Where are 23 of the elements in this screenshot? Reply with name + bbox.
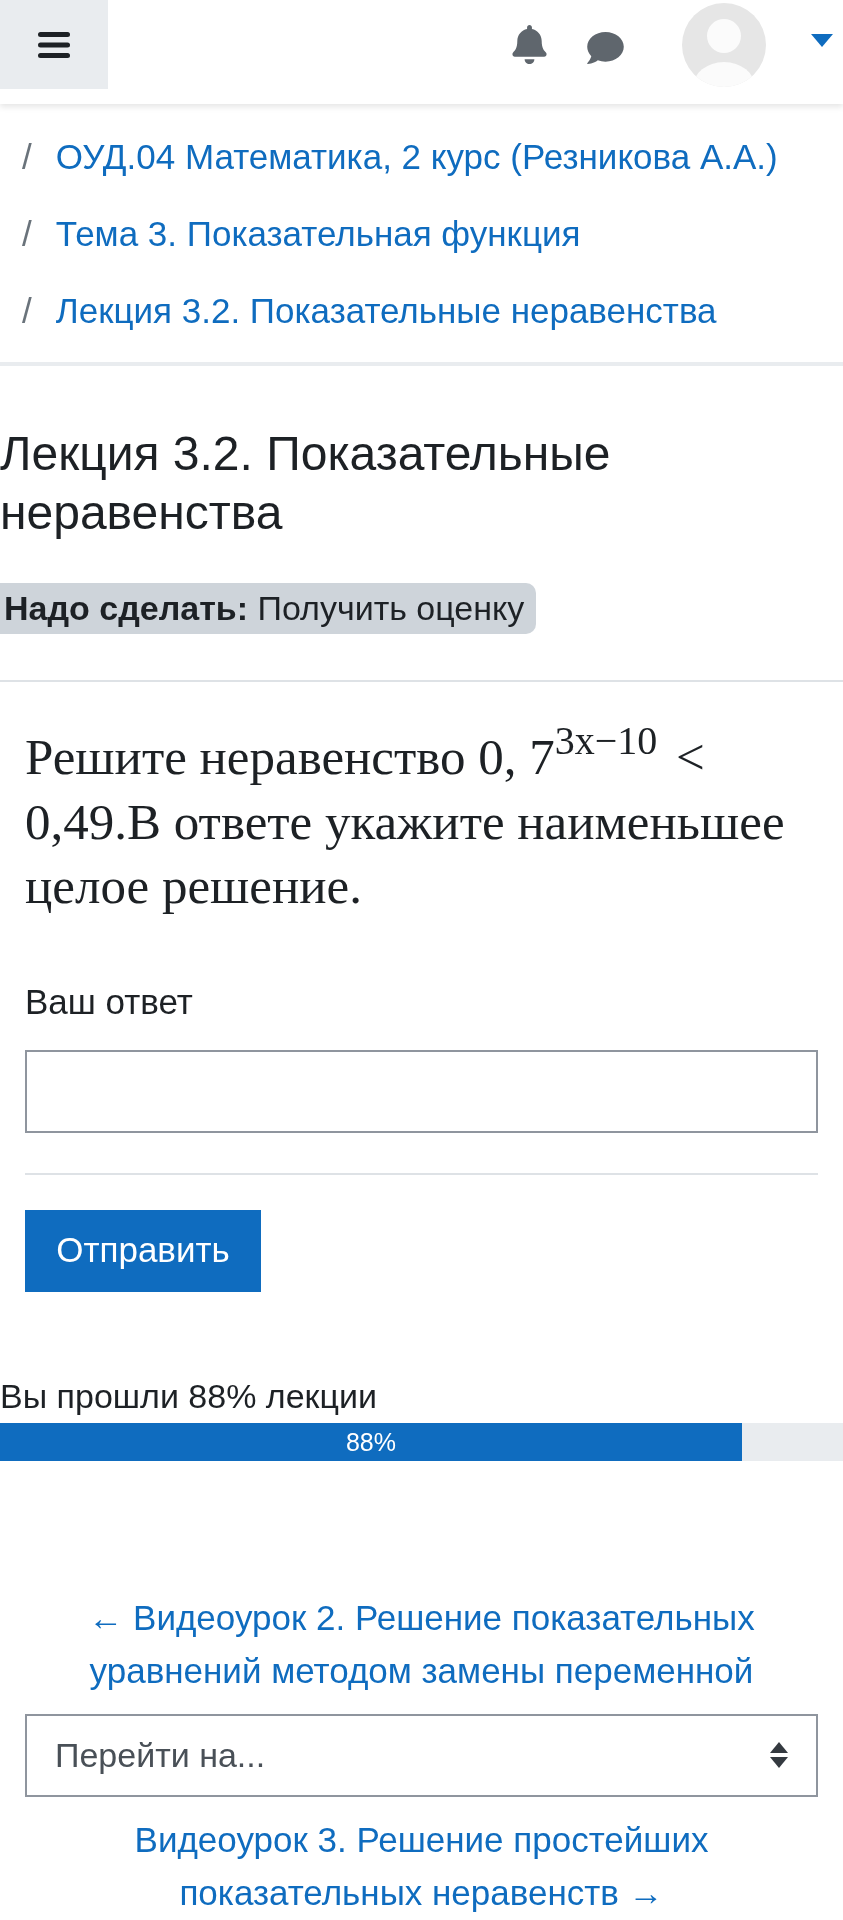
completion-badge: Надо сделать: Получить оценку bbox=[0, 583, 537, 634]
breadcrumb-link[interactable]: ОУД.04 Математика, 2 курс (Резникова А.А.) bbox=[55, 131, 778, 184]
menu-button[interactable] bbox=[0, 0, 108, 89]
answer-input[interactable] bbox=[25, 1049, 818, 1133]
answer-label: Ваш ответ bbox=[25, 981, 194, 1022]
previous-lesson-link[interactable]: ← Видеоурок 2. Решение показательных уравнений методом замены переменной bbox=[25, 1590, 818, 1697]
breadcrumb-separator: / bbox=[22, 136, 32, 179]
caret-icon[interactable] bbox=[811, 34, 833, 47]
next-lesson-link[interactable]: Видеоурок 3. Решение простейших показательных неравенств → bbox=[25, 1812, 818, 1919]
chat-bubble-icon[interactable] bbox=[586, 31, 625, 64]
breadcrumb-link[interactable]: Лекция 3.2. Показательные неравенства bbox=[55, 285, 717, 338]
progress-label: Вы прошли 88% лекции bbox=[0, 1375, 378, 1417]
jump-select[interactable]: Перейти на... bbox=[25, 1713, 818, 1797]
progress-fill: 88% bbox=[0, 1422, 742, 1461]
menu-icon bbox=[38, 31, 70, 58]
page-title: Лекция 3.2. Показательные неравенства bbox=[0, 426, 612, 541]
bell-icon[interactable] bbox=[512, 25, 547, 64]
up-down-caret-icon bbox=[770, 1742, 788, 1768]
breadcrumb-link[interactable]: Тема 3. Показательная функция bbox=[55, 208, 581, 261]
breadcrumb-separator: / bbox=[22, 213, 32, 256]
submit-button[interactable]: Отправить bbox=[25, 1209, 261, 1292]
question-text: Решите неравенство 0, 7$^{3x−10}$ < 0,49.В ответе укажите наименьшее целое решение. bbox=[25, 725, 786, 916]
breadcrumb-separator: / bbox=[22, 290, 32, 333]
